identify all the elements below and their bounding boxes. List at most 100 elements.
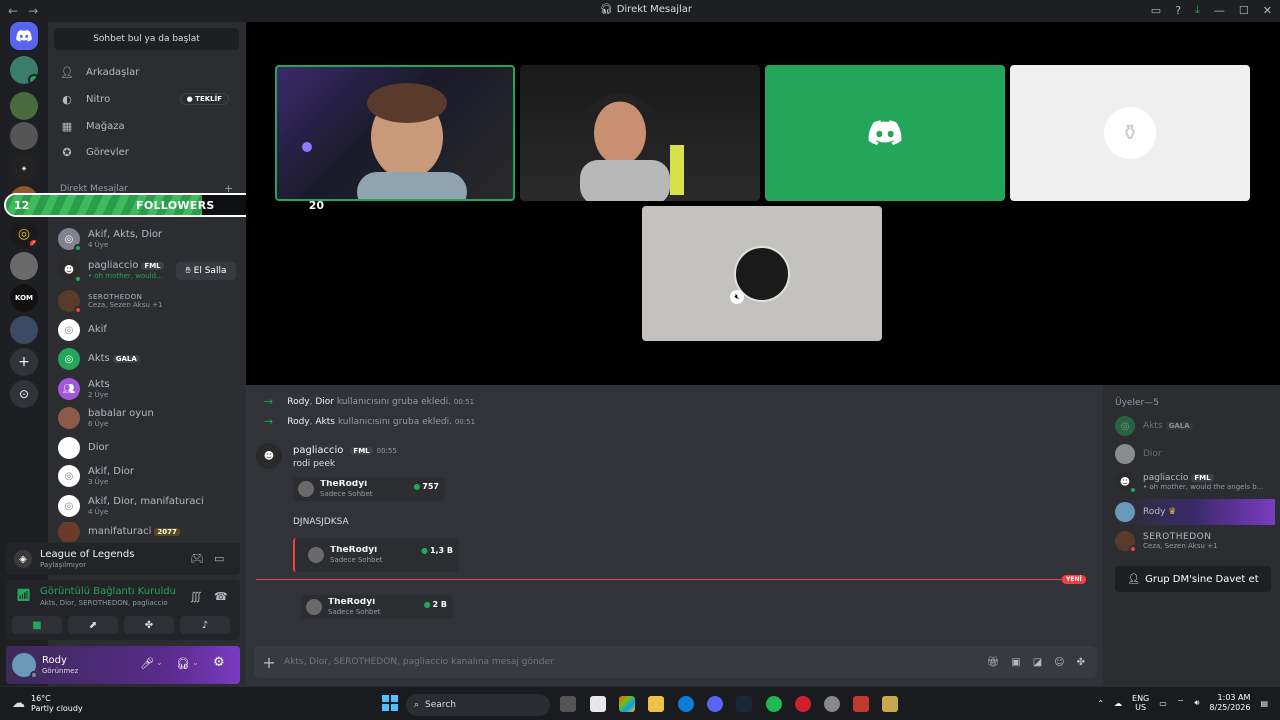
help-icon[interactable]: ? [1175,4,1181,17]
weather-widget[interactable]: ☁ 16°C Partly cloudy [12,694,83,713]
video-tile-placeholder[interactable]: ⚱ [1010,65,1250,201]
chevron-down-icon[interactable]: ⌄ [192,658,199,667]
app-icon[interactable] [853,696,869,712]
discover-icon[interactable]: ⊙ [10,380,38,408]
members-header: Üyeler—5 [1115,398,1159,408]
group-avatar [58,407,80,429]
activities-button[interactable]: ✤ [124,616,174,634]
volume-icon[interactable]: 🔊︎ [1194,698,1199,708]
chevron-down-icon[interactable]: ⌄ [156,658,163,667]
screen-share-icon[interactable]: ▭ [214,552,224,565]
apps-icon[interactable]: ✤ [1077,657,1085,668]
microphone-icon[interactable]: 🎤︎ [140,657,154,670]
add-server-icon[interactable]: + [10,348,38,376]
settings-gear-icon[interactable]: ⚙ [213,655,225,670]
close-button[interactable]: ✕ [1263,4,1272,17]
screen-share-button[interactable]: ⬈ [68,616,118,634]
video-tile-placeholder[interactable] [765,65,1005,201]
sticker-icon[interactable]: ◪ [1033,657,1042,668]
attach-plus-icon[interactable]: + [254,653,284,672]
invite-to-group-button[interactable]: 👤︎ Grup DM'sine Davet et [1115,566,1271,592]
wifi-icon[interactable]: ⌔ [1177,698,1185,708]
emoji-icon[interactable]: ☺ [1054,657,1064,668]
edge-icon[interactable] [678,696,694,712]
dm-item[interactable]: manifaturaci 2077 [54,522,239,542]
noise-suppression-icon[interactable]: ∭ [190,590,202,603]
server-icon[interactable] [10,316,38,344]
video-tile-placeholder[interactable]: 🔇︎ [642,206,882,341]
task-view-icon[interactable] [560,696,576,712]
server-icon[interactable]: ◈ [10,154,38,182]
server-icon[interactable] [10,56,38,84]
video-tile[interactable] [520,65,760,201]
app-icon[interactable] [590,696,606,712]
discord-taskbar-icon[interactable] [707,696,723,712]
notifications-icon[interactable]: ▤ [1260,699,1268,708]
gif-icon[interactable]: ▣ [1011,657,1020,668]
headphones-icon[interactable]: 🎧︎ [176,657,190,670]
download-icon[interactable]: ⤓ [1195,3,1200,17]
mention-badge: 4 [28,238,38,248]
dm-item[interactable]: ◎ Akif, Akts, Dior 4 Üye [54,224,239,254]
message-author-avatar[interactable]: ☻ [256,443,282,469]
target-server-icon[interactable]: ◎ 4 [10,220,38,248]
stream-embed[interactable]: TheRodyiSadece Sohbet 757 [293,477,445,501]
dm-item[interactable]: 👥︎ Akts 2 Üye [54,374,239,404]
activity-panel: ◈ League of Legends Paylaşılmıyor 🎮︎ ▭ [6,543,240,575]
file-explorer-icon[interactable] [648,696,664,712]
member-item[interactable]: ☻ pagliaccio FML • oh mother, would the an… [1113,469,1277,495]
disconnect-icon[interactable]: ☎ [214,590,228,603]
server-icon[interactable] [10,122,38,150]
league-icon[interactable] [882,696,898,712]
wave-button[interactable]: ✋︎ El Salla [176,262,236,280]
server-icon[interactable]: KOM [10,284,38,312]
message-author[interactable]: pagliaccio [293,445,343,456]
dm-item[interactable]: Dior [54,433,239,463]
member-item[interactable]: ◎ Akts GALA [1113,413,1277,439]
controller-icon[interactable]: 🎮︎ [190,552,204,565]
dm-item[interactable]: babalar oyun 6 Üye [54,403,239,433]
soundboard-button[interactable]: ♪ [180,616,230,634]
windows-start-icon[interactable] [382,695,398,711]
member-item[interactable]: SEROTHEDON Ceza, Sezen Aksu +1 [1113,528,1277,554]
gift-icon[interactable]: 🎁︎ [987,657,1000,668]
opera-icon[interactable] [795,696,811,712]
network-icon[interactable]: ☁ [1114,699,1122,708]
taskbar-clock[interactable]: 1:03 AM 8/25/2026 [1209,693,1250,714]
server-icon[interactable] [10,92,38,120]
dm-item[interactable]: ◎ Akif, Dior 3 Üye [54,461,239,491]
forward-arrow-icon[interactable]: → [28,4,38,18]
video-tile-speaking[interactable] [275,65,515,201]
spotify-icon[interactable] [766,696,782,712]
stream-embed[interactable]: TheRodyiSadece Sohbet 1,3 B [293,538,459,572]
dm-item[interactable]: ◎ Akif, Dior, manifaturaci 4 Üye [54,491,239,521]
dm-item[interactable]: ◎ Akts GALA [54,344,239,374]
maximize-button[interactable]: ☐ [1239,4,1249,17]
monitor-icon[interactable]: ▭ [1159,699,1167,708]
nav-store[interactable]: ▦ Mağaza [54,114,239,138]
camera-button[interactable]: ■ [12,616,62,634]
server-icon[interactable] [10,252,38,280]
nav-nitro[interactable]: ◐ Nitro ● TEKLİF [54,87,239,111]
message-input[interactable] [284,657,987,667]
copilot-icon[interactable] [619,696,635,712]
message-text: rodi peek [293,459,336,469]
dm-item[interactable]: ◎ Akif [54,315,239,345]
user-avatar[interactable] [12,653,38,679]
steam-icon[interactable] [736,696,752,712]
back-arrow-icon[interactable]: ← [8,4,18,18]
taskbar-search[interactable]: ⌕ Search [406,694,550,716]
nav-quests[interactable]: ✪ Görevler [54,140,239,164]
language-indicator[interactable]: ENG US [1132,694,1149,713]
member-item-self[interactable]: Rody ♛ [1113,499,1275,525]
nav-friends[interactable]: 👤︎ Arkadaşlar [54,60,239,84]
member-item[interactable]: Dior [1113,441,1277,467]
discord-home-button[interactable] [10,22,38,50]
chevron-up-icon[interactable]: ⌃ [1097,699,1104,708]
find-conversation-button[interactable]: Sohbet bul ya da başlat [54,28,239,50]
inbox-icon[interactable]: ▭ [1151,4,1161,17]
app-icon[interactable] [824,696,840,712]
stream-embed[interactable]: TheRodyiSadece Sohbet 2 B [301,595,453,619]
minimize-button[interactable]: — [1214,4,1225,17]
dm-item[interactable]: SEROTHEDON Ceza, Sezen Aksu +1 [54,286,239,316]
